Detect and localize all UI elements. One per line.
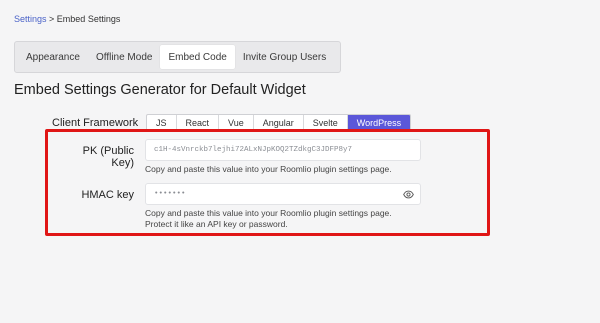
hmac-label: HMAC key	[81, 189, 134, 201]
hmac-helper-line1: Copy and paste this value into your Room…	[145, 208, 392, 218]
page-title: Embed Settings Generator for Default Wid…	[14, 82, 306, 98]
framework-option-vue[interactable]: Vue	[219, 115, 254, 130]
settings-tabs: Appearance Offline Mode Embed Code Invit…	[14, 41, 341, 73]
pk-value: c1H-4sVnrckb7lejhi72ALxNJpKOQ2TZdkgC3JDF…	[154, 146, 353, 154]
framework-option-svelte[interactable]: Svelte	[304, 115, 348, 130]
tab-appearance[interactable]: Appearance	[18, 45, 88, 69]
hmac-field[interactable]: •••••••	[145, 183, 421, 205]
eye-icon[interactable]	[403, 189, 414, 200]
client-framework-label: Client Framework	[52, 117, 139, 129]
framework-option-wordpress[interactable]: WordPress	[347, 115, 411, 130]
tab-offline-mode[interactable]: Offline Mode	[88, 45, 161, 69]
framework-option-angular[interactable]: Angular	[254, 115, 304, 130]
tab-embed-code[interactable]: Embed Code	[160, 45, 235, 69]
framework-option-react[interactable]: React	[177, 115, 220, 130]
hmac-value: •••••••	[154, 190, 186, 198]
pk-field[interactable]: c1H-4sVnrckb7lejhi72ALxNJpKOQ2TZdkgC3JDF…	[145, 139, 421, 161]
pk-helper-text: Copy and paste this value into your Room…	[145, 164, 392, 174]
tab-invite-group-users[interactable]: Invite Group Users	[235, 45, 334, 69]
breadcrumb-separator: >	[46, 14, 57, 24]
hmac-helper-line2: Protect it like an API key or password.	[145, 218, 288, 229]
breadcrumb-current: Embed Settings	[56, 14, 121, 24]
breadcrumb-settings-link[interactable]: Settings	[14, 14, 47, 24]
breadcrumb: Settings > Embed Settings	[14, 14, 120, 24]
framework-option-js[interactable]: JS	[147, 115, 177, 130]
hmac-helper-text: Copy and paste this value into your Room…	[145, 208, 392, 229]
pk-label: PK (Public Key)	[82, 145, 134, 169]
